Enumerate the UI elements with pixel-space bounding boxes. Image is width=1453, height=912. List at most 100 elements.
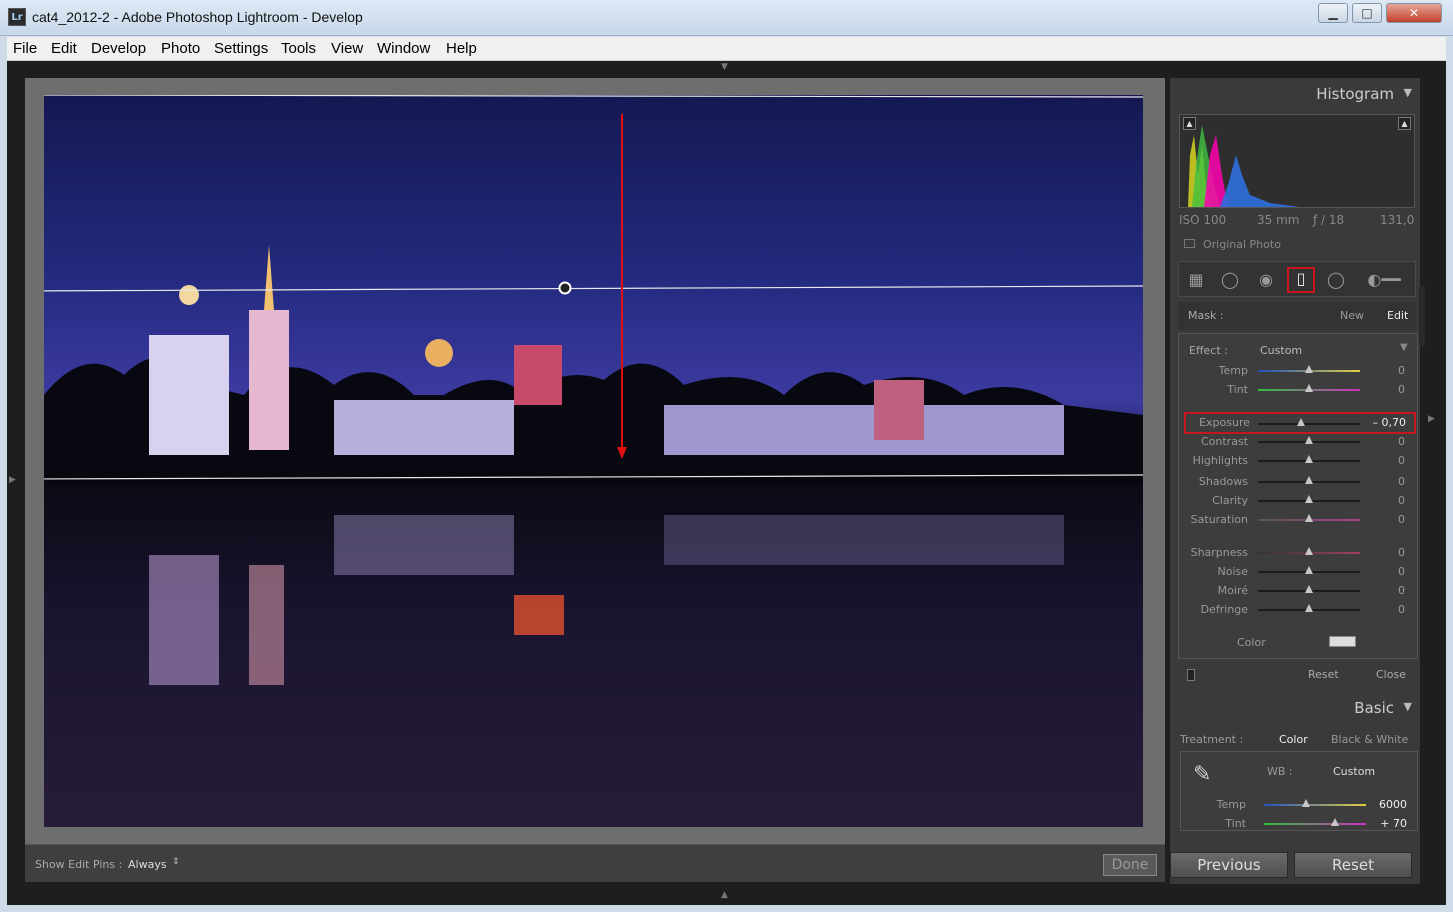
updown-arrows-icon[interactable]: ⇕ — [172, 857, 180, 867]
effect-contrast-slider[interactable]: Contrast 0 — [1179, 433, 1417, 451]
effect-tint-value[interactable]: 0 — [1398, 383, 1405, 396]
effect-contrast-value[interactable]: 0 — [1398, 435, 1405, 448]
effect-sharpness-thumb[interactable] — [1305, 547, 1313, 555]
mask-edit-button[interactable]: Edit — [1387, 309, 1408, 322]
effect-sharpness-value[interactable]: 0 — [1398, 546, 1405, 559]
edit-pin-icon[interactable] — [558, 281, 572, 295]
adjustment-brush-icon[interactable]: ◐━━ — [1359, 270, 1409, 290]
effect-highlights-value[interactable]: 0 — [1398, 454, 1405, 467]
effect-defringe-slider[interactable]: Defringe 0 — [1179, 601, 1417, 619]
effect-clarity-track[interactable] — [1258, 495, 1360, 503]
effect-temp-value[interactable]: 0 — [1398, 364, 1405, 377]
left-panel-toggle-icon[interactable]: ▶ — [9, 475, 16, 485]
menu-tools[interactable]: Tools — [281, 40, 316, 57]
effect-clarity-value[interactable]: 0 — [1398, 494, 1405, 507]
effect-moir-slider[interactable]: Moiré 0 — [1179, 582, 1417, 600]
original-photo-checkbox[interactable] — [1184, 239, 1195, 248]
effect-saturation-thumb[interactable] — [1305, 514, 1313, 522]
effect-clarity-thumb[interactable] — [1305, 495, 1313, 503]
effect-temp-thumb[interactable] — [1305, 365, 1313, 373]
panel-switch-icon[interactable] — [1187, 669, 1195, 681]
effect-contrast-track[interactable] — [1258, 436, 1360, 444]
basic-temp-track[interactable] — [1264, 799, 1366, 807]
effect-moir-track[interactable] — [1258, 585, 1360, 593]
show-edit-pins-dropdown[interactable]: Always — [128, 858, 167, 871]
wb-dropdown[interactable]: Custom — [1333, 765, 1375, 778]
effect-contrast-thumb[interactable] — [1305, 436, 1313, 444]
basic-collapse-triangle-icon[interactable]: ▼ — [1404, 700, 1412, 713]
effect-saturation-value[interactable]: 0 — [1398, 513, 1405, 526]
effect-temp-track[interactable] — [1258, 365, 1360, 373]
menu-photo[interactable]: Photo — [161, 40, 200, 57]
done-button[interactable]: Done — [1103, 854, 1157, 876]
menu-develop[interactable]: Develop — [91, 40, 146, 57]
reset-button[interactable]: Reset — [1294, 852, 1412, 878]
effect-temp-slider[interactable]: Temp 0 — [1179, 362, 1417, 380]
effect-exposure-value[interactable]: – 0,70 — [1373, 416, 1407, 429]
menu-view[interactable]: View — [331, 40, 363, 57]
effect-sharpness-slider[interactable]: Sharpness 0 — [1179, 544, 1417, 562]
bottom-panel-toggle-icon[interactable]: ▲ — [721, 890, 728, 900]
effect-noise-thumb[interactable] — [1305, 566, 1313, 574]
eyedropper-icon[interactable]: ✎ — [1193, 762, 1223, 792]
effect-highlights-thumb[interactable] — [1305, 455, 1313, 463]
spot-removal-icon[interactable]: ◯ — [1217, 270, 1243, 290]
histogram-header[interactable]: Histogram ▼ — [1170, 78, 1420, 108]
effect-highlights-slider[interactable]: Highlights 0 — [1179, 452, 1417, 470]
effect-moir-thumb[interactable] — [1305, 585, 1313, 593]
effect-shadows-slider[interactable]: Shadows 0 — [1179, 473, 1417, 491]
menu-window[interactable]: Window — [377, 40, 430, 57]
effect-defringe-thumb[interactable] — [1305, 604, 1313, 612]
red-eye-icon[interactable]: ◉ — [1253, 270, 1279, 290]
menu-settings[interactable]: Settings — [214, 40, 268, 57]
effect-preset-dropdown[interactable]: Custom — [1260, 344, 1302, 357]
menu-file[interactable]: File — [13, 40, 37, 57]
graduated-filter-icon[interactable]: ▯ — [1287, 267, 1315, 293]
effect-exposure-track[interactable] — [1258, 418, 1360, 426]
effect-tint-thumb[interactable] — [1305, 384, 1313, 392]
treatment-bw-button[interactable]: Black & White — [1331, 733, 1408, 746]
effect-shadows-track[interactable] — [1258, 476, 1360, 484]
effect-saturation-track[interactable] — [1258, 514, 1360, 522]
menu-help[interactable]: Help — [446, 40, 477, 57]
effect-tint-track[interactable] — [1258, 384, 1360, 392]
right-panel-scrollbar[interactable] — [1419, 286, 1425, 346]
mask-close-button[interactable]: Close — [1376, 668, 1406, 681]
color-swatch[interactable] — [1329, 636, 1356, 647]
close-window-button[interactable]: ✕ — [1386, 3, 1442, 23]
mask-new-button[interactable]: New — [1340, 309, 1364, 322]
effect-saturation-slider[interactable]: Saturation 0 — [1179, 511, 1417, 529]
menu-edit[interactable]: Edit — [51, 40, 77, 57]
previous-button[interactable]: Previous — [1170, 852, 1288, 878]
crop-overlay-icon[interactable]: ▦ — [1183, 270, 1209, 290]
effect-shadows-value[interactable]: 0 — [1398, 475, 1405, 488]
effect-tint-slider[interactable]: Tint 0 — [1179, 381, 1417, 399]
basic-header[interactable]: Basic ▼ — [1170, 692, 1420, 722]
effect-shadows-thumb[interactable] — [1305, 476, 1313, 484]
effect-highlights-track[interactable] — [1258, 455, 1360, 463]
effect-exposure-slider[interactable]: Exposure – 0,70 — [1184, 412, 1416, 434]
basic-tint-slider[interactable]: Tint + 70 — [1181, 815, 1419, 833]
collapse-triangle-icon[interactable]: ▼ — [1404, 86, 1412, 99]
minimize-button[interactable]: ▁ — [1318, 3, 1348, 23]
effect-noise-slider[interactable]: Noise 0 — [1179, 563, 1417, 581]
basic-temp-slider[interactable]: Temp 6000 — [1181, 796, 1419, 814]
effect-moir-value[interactable]: 0 — [1398, 584, 1405, 597]
effect-collapse-icon[interactable]: ▼ — [1400, 342, 1408, 353]
right-panel-toggle-icon[interactable]: ▶ — [1428, 414, 1435, 424]
basic-temp-value[interactable]: 6000 — [1379, 798, 1407, 811]
treatment-color-button[interactable]: Color — [1279, 733, 1308, 746]
effect-noise-track[interactable] — [1258, 566, 1360, 574]
effect-defringe-value[interactable]: 0 — [1398, 603, 1405, 616]
effect-noise-value[interactable]: 0 — [1398, 565, 1405, 578]
histogram-graph[interactable]: ▲ ▲ — [1179, 114, 1415, 208]
basic-tint-value[interactable]: + 70 — [1380, 817, 1407, 830]
basic-temp-thumb[interactable] — [1301, 799, 1310, 807]
mask-reset-button[interactable]: Reset — [1308, 668, 1339, 681]
photo-canvas[interactable] — [44, 95, 1143, 827]
maximize-button[interactable]: □ — [1352, 3, 1382, 23]
effect-clarity-slider[interactable]: Clarity 0 — [1179, 492, 1417, 510]
effect-defringe-track[interactable] — [1258, 604, 1360, 612]
top-panel-toggle-icon[interactable]: ▼ — [721, 62, 728, 72]
effect-sharpness-track[interactable] — [1258, 547, 1360, 555]
